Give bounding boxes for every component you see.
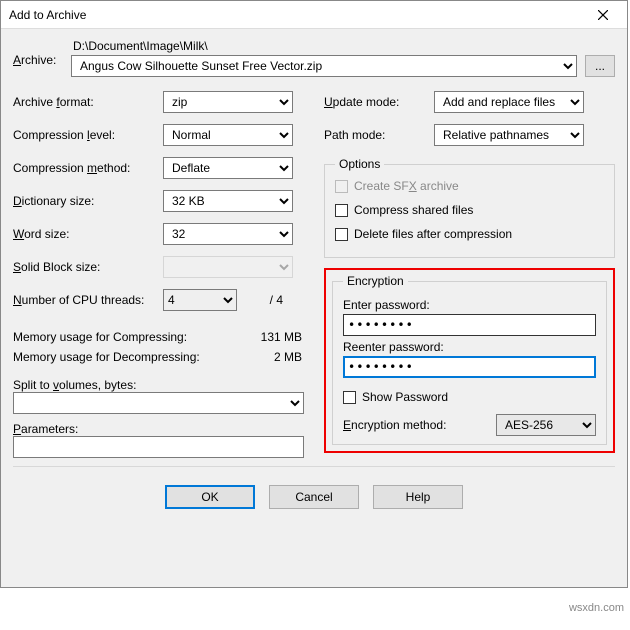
delete-label: Delete files after compression [354,227,512,241]
format-combo[interactable]: zip [163,91,293,113]
reenter-pw-label: Reenter password: [343,340,596,354]
encryption-legend: Encryption [343,274,408,288]
block-label: Solid Block size: [13,260,163,274]
sfx-checkbox [335,180,348,193]
options-group: Options Create SFX archive Compress shar… [324,157,615,258]
window-title: Add to Archive [9,8,86,22]
dialog-content: Archive: D:\Document\Image\Milk\ Angus C… [1,29,627,513]
enc-method-label: Encryption method: [343,418,446,432]
show-pw-label: Show Password [362,390,448,404]
ok-button[interactable]: OK [165,485,255,509]
pathmode-label: Path mode: [324,128,434,142]
encryption-group: Encryption Enter password: Reenter passw… [332,274,607,445]
method-label: Compression method: [13,161,163,175]
word-label: Word size: [13,227,163,241]
dict-combo[interactable]: 32 KB [163,190,293,212]
split-combo[interactable] [13,392,304,414]
encryption-highlight: Encryption Enter password: Reenter passw… [324,268,615,453]
ellipsis-icon: ... [595,59,605,73]
cpu-label: Number of CPU threads: [13,293,163,307]
archive-filename-combo[interactable]: Angus Cow Silhouette Sunset Free Vector.… [71,55,577,77]
cpu-combo[interactable]: 4 [163,289,237,311]
left-column: Archive format: zip Compression level: N… [13,91,304,458]
enter-pw-input[interactable] [343,314,596,336]
params-label: Parameters: [13,422,304,436]
show-pw-checkbox[interactable] [343,391,356,404]
reenter-pw-input[interactable] [343,356,596,378]
mem-comp-label: Memory usage for Compressing: [13,330,187,344]
delete-checkbox[interactable] [335,228,348,241]
browse-button[interactable]: ... [585,55,615,77]
format-label: Archive format: [13,95,163,109]
cancel-button[interactable]: Cancel [269,485,359,509]
cpu-total: / 4 [237,293,289,307]
method-combo[interactable]: Deflate [163,157,293,179]
params-input[interactable] [13,436,304,458]
shared-label: Compress shared files [354,203,473,217]
dict-label: Dictionary size: [13,194,163,208]
help-button[interactable]: Help [373,485,463,509]
dialog-window: Add to Archive Archive: D:\Document\Imag… [0,0,628,588]
pathmode-combo[interactable]: Relative pathnames [434,124,584,146]
shared-checkbox[interactable] [335,204,348,217]
split-label: Split to volumes, bytes: [13,378,304,392]
archive-label: Archive: [13,39,63,67]
enc-method-combo[interactable]: AES-256 [496,414,596,436]
block-combo [163,256,293,278]
level-label: Compression level: [13,128,163,142]
close-button[interactable] [583,2,623,28]
button-row: OK Cancel Help [13,475,615,509]
update-combo[interactable]: Add and replace files [434,91,584,113]
mem-decomp-value: 2 MB [274,350,302,364]
enter-pw-label: Enter password: [343,298,596,312]
level-combo[interactable]: Normal [163,124,293,146]
sfx-label: Create SFX archive [354,179,459,193]
options-legend: Options [335,157,384,171]
word-combo[interactable]: 32 [163,223,293,245]
close-icon [598,10,608,20]
right-column: Update mode: Add and replace files Path … [324,91,615,458]
update-label: Update mode: [324,95,434,109]
watermark: wsxdn.com [569,602,624,614]
archive-path: D:\Document\Image\Milk\ [71,39,615,53]
titlebar: Add to Archive [1,1,627,29]
mem-decomp-label: Memory usage for Decompressing: [13,350,200,364]
mem-comp-value: 131 MB [261,330,302,344]
